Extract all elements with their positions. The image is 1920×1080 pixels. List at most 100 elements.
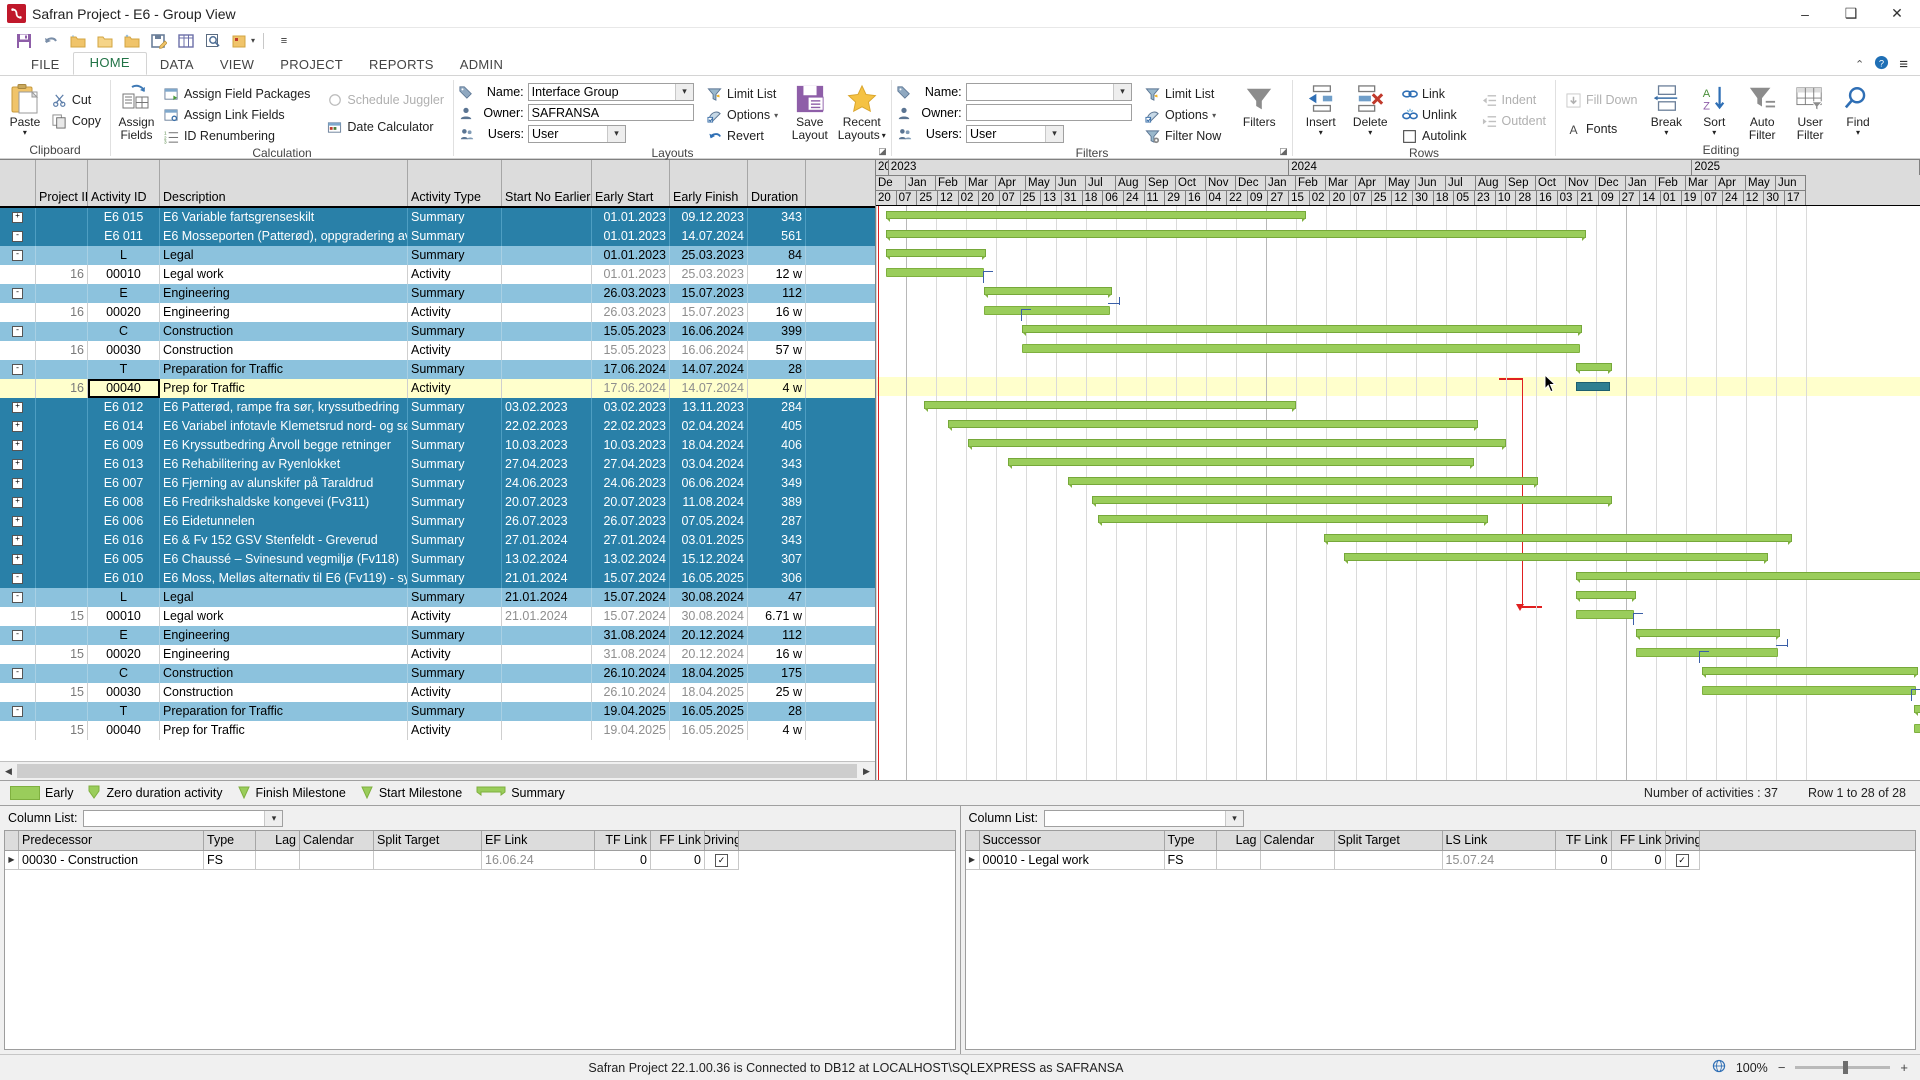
cell-snet[interactable]: [502, 265, 592, 284]
cell-aid[interactable]: 00010: [88, 265, 160, 284]
layout-users-combo[interactable]: User ▾: [528, 124, 626, 143]
date-calculator-button[interactable]: Date Calculator: [322, 117, 448, 137]
expand-collapse-cell[interactable]: +: [0, 550, 36, 569]
predecessor-header-type[interactable]: Type: [204, 831, 256, 850]
cell-type[interactable]: Summary: [408, 322, 502, 341]
recent-layouts-button[interactable]: Recent Layouts ▾: [838, 80, 886, 142]
table-row[interactable]: - T Preparation for Traffic Summary 19.04.20…: [0, 702, 875, 721]
cell-pid[interactable]: [36, 569, 88, 588]
delete-chevron-icon[interactable]: ▾: [1368, 129, 1372, 137]
cell-pid[interactable]: 15: [36, 683, 88, 702]
cell-snet[interactable]: [502, 341, 592, 360]
filter-name-combo[interactable]: ▾: [965, 82, 1132, 101]
grid-header-project-id[interactable]: Project ID: [36, 160, 88, 206]
successor-cell-split-target[interactable]: [1334, 851, 1443, 870]
cell-es[interactable]: 01.01.2023: [592, 265, 670, 284]
cell-aid[interactable]: 00020: [88, 645, 160, 664]
expand-collapse-cell[interactable]: +: [0, 208, 36, 227]
cell-es[interactable]: 27.01.2024: [592, 531, 670, 550]
cell-es[interactable]: 19.04.2025: [592, 702, 670, 721]
cell-snet[interactable]: 03.02.2023: [502, 398, 592, 417]
cell-es[interactable]: 17.06.2024: [592, 379, 670, 398]
assign-fields-button[interactable]: Assign Fields: [116, 80, 157, 142]
cell-desc[interactable]: E6 Rehabilitering av Ryenlokket: [160, 455, 408, 474]
find-button[interactable]: Find ▾: [1835, 80, 1881, 137]
gantt-activity-bar[interactable]: [984, 306, 1110, 315]
expand-collapse-cell[interactable]: +: [0, 455, 36, 474]
cell-pid[interactable]: 15: [36, 607, 88, 626]
cell-desc[interactable]: E6 Eidetunnelen: [160, 512, 408, 531]
cell-aid[interactable]: C: [88, 322, 160, 341]
gantt-activity-bar[interactable]: [1636, 648, 1778, 657]
table-row[interactable]: 16 00040 Prep for Traffic Activity 17.06.202…: [0, 379, 875, 398]
recent-layouts-chevron-icon[interactable]: ▾: [882, 129, 886, 142]
expand-collapse-cell[interactable]: +: [0, 398, 36, 417]
cell-dur[interactable]: 306: [748, 569, 806, 588]
driving-checkbox[interactable]: ✓: [1675, 853, 1689, 867]
cell-desc[interactable]: E6 Variable fartsgrenseskilt: [160, 208, 408, 227]
cell-snet[interactable]: [502, 645, 592, 664]
cell-type[interactable]: Summary: [408, 246, 502, 265]
cell-aid[interactable]: L: [88, 588, 160, 607]
expand-collapse-cell[interactable]: +: [0, 531, 36, 550]
cell-snet[interactable]: 21.01.2024: [502, 607, 592, 626]
gantt-summary-bar[interactable]: [1068, 477, 1538, 488]
table-row[interactable]: + E6 008 E6 Fredrikshaldske kongevei (Fv31…: [0, 493, 875, 512]
cell-pid[interactable]: [36, 227, 88, 246]
cell-aid[interactable]: E6 010: [88, 569, 160, 588]
gantt-summary-bar[interactable]: [1092, 496, 1612, 507]
expand-icon[interactable]: +: [12, 459, 23, 470]
cell-snet[interactable]: [502, 702, 592, 721]
successor-column-list-combo[interactable]: ▾: [1043, 809, 1244, 827]
cell-aid[interactable]: E: [88, 626, 160, 645]
cell-aid[interactable]: E6 015: [88, 208, 160, 227]
cell-type[interactable]: Activity: [408, 607, 502, 626]
cell-ef[interactable]: 18.04.2025: [670, 664, 748, 683]
cell-pid[interactable]: 15: [36, 645, 88, 664]
cell-type[interactable]: Summary: [408, 227, 502, 246]
expand-collapse-cell[interactable]: [0, 265, 36, 284]
filter-users-combo[interactable]: User ▾: [966, 124, 1064, 143]
cell-es[interactable]: 15.07.2024: [592, 569, 670, 588]
cell-type[interactable]: Summary: [408, 474, 502, 493]
options-chevron-icon[interactable]: ▾: [774, 111, 778, 120]
expand-icon[interactable]: +: [12, 497, 23, 508]
cell-aid[interactable]: 00020: [88, 303, 160, 322]
grid-body[interactable]: + E6 015 E6 Variable fartsgrenseskilt Summa…: [0, 208, 875, 761]
cell-snet[interactable]: [502, 227, 592, 246]
collapse-icon[interactable]: -: [12, 706, 23, 717]
gantt-activity-bar[interactable]: [886, 268, 984, 277]
minimize-button[interactable]: –: [1782, 0, 1828, 27]
cell-snet[interactable]: 21.01.2024: [502, 569, 592, 588]
open-folder-icon[interactable]: [120, 30, 144, 51]
cell-type[interactable]: Activity: [408, 721, 502, 740]
expand-collapse-cell[interactable]: +: [0, 474, 36, 493]
cell-snet[interactable]: 27.01.2024: [502, 531, 592, 550]
id-renumbering-button[interactable]: 123 ID Renumbering: [159, 126, 314, 146]
cell-type[interactable]: Summary: [408, 284, 502, 303]
grid-header-early-finish[interactable]: Early Finish: [670, 160, 748, 206]
cell-snet[interactable]: 24.06.2023: [502, 474, 592, 493]
cell-dur[interactable]: 4 w: [748, 721, 806, 740]
cell-aid[interactable]: 00040: [88, 721, 160, 740]
cell-ef[interactable]: 15.12.2024: [670, 550, 748, 569]
cell-snet[interactable]: [502, 322, 592, 341]
predecessor-header-tf-link[interactable]: TF Link: [595, 831, 651, 850]
table-row[interactable]: - L Legal Summary 21.01.2024 15.07.2024 30.08.…: [0, 588, 875, 607]
cell-desc[interactable]: E6 & Fv 152 GSV Stenfeldt - Greverud: [160, 531, 408, 550]
table-row[interactable]: + E6 012 E6 Patterød, rampe fra sør, kryss…: [0, 398, 875, 417]
assign-link-fields-button[interactable]: Assign Link Fields: [159, 105, 314, 125]
cell-ef[interactable]: 06.06.2024: [670, 474, 748, 493]
tab-view[interactable]: VIEW: [207, 55, 267, 75]
zoom-percent[interactable]: 100%: [1736, 1061, 1768, 1075]
successor-header-successor[interactable]: Successor: [980, 831, 1165, 850]
expand-collapse-cell[interactable]: [0, 303, 36, 322]
cell-snet[interactable]: [502, 360, 592, 379]
close-button[interactable]: ✕: [1874, 0, 1920, 27]
cell-desc[interactable]: E6 Kryssutbedring Årvoll begge retninger: [160, 436, 408, 455]
successor-cell-driving[interactable]: ✓: [1665, 851, 1700, 870]
save-layout-button[interactable]: Save Layout: [790, 80, 829, 142]
collapse-icon[interactable]: -: [12, 668, 23, 679]
cell-snet[interactable]: [502, 664, 592, 683]
table-row[interactable]: + E6 013 E6 Rehabilitering av Ryenlokket Su…: [0, 455, 875, 474]
